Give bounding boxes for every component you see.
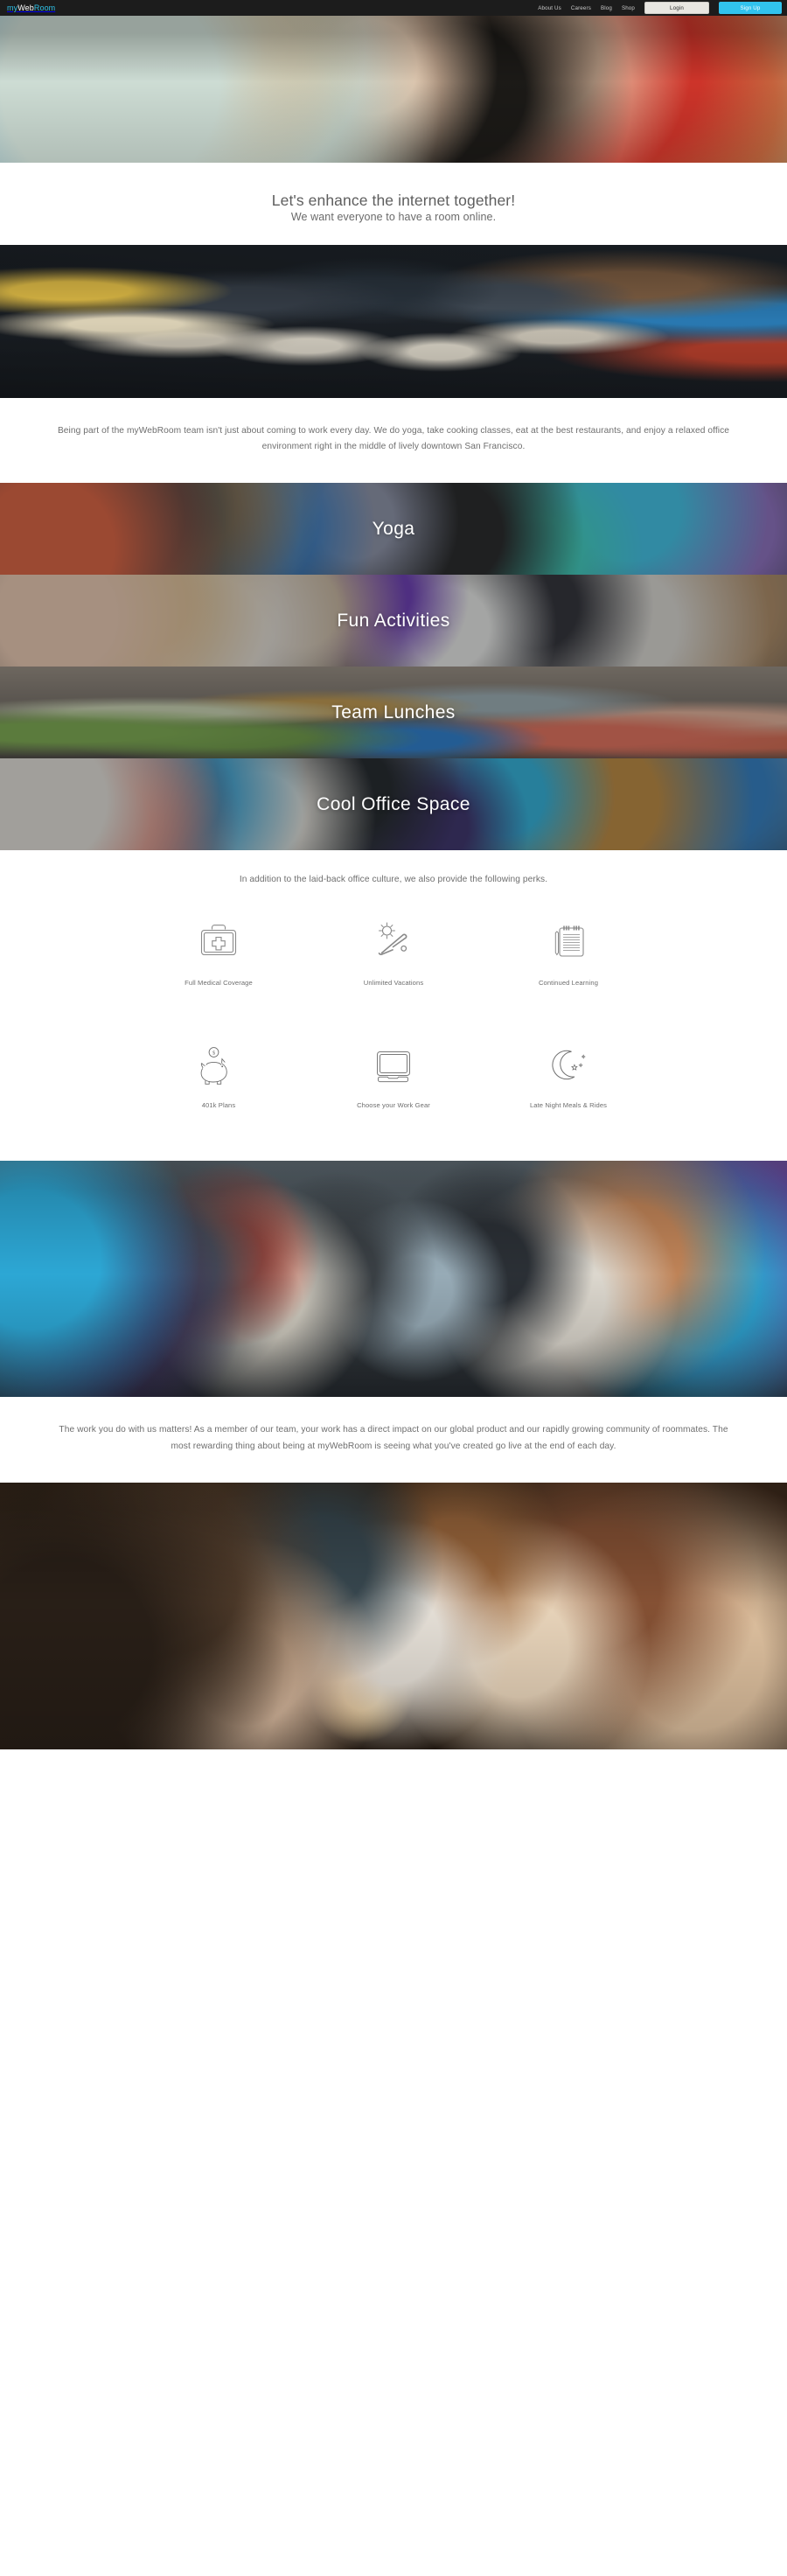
medical-kit-icon [195,904,242,979]
team-group-photo [0,245,787,399]
perk-full-medical-coverage: Full Medical Coverage [131,904,306,1023]
perks-grid: Full Medical Coverage Unlimited Vacation… [0,904,787,1145]
page-title: Let's enhance the internet together! [271,192,516,209]
hero-office-photo [0,16,787,163]
team-dinner-photo [0,1482,787,1749]
perk-label: Unlimited Vacations [363,979,424,988]
banner-team-lunches-label: Team Lunches [331,702,456,723]
top-navigation-bar: myWebRoom About Us Careers Blog Shop Log… [0,0,787,16]
logo-text-room: Room [33,3,56,12]
page-subtitle: We want everyone to have a room online. [290,211,497,224]
holiday-party-photo [0,1161,787,1398]
perk-label: Choose your Work Gear [357,1101,430,1110]
perk-label: Full Medical Coverage [185,979,253,988]
banner-yoga-label: Yoga [372,518,415,539]
nav-link-shop[interactable]: Shop [622,5,635,11]
banner-fun-activities[interactable]: Fun Activities [0,575,787,667]
banner-team-lunches[interactable]: Team Lunches [0,667,787,759]
perk-late-night-meals-and-rides: Late Night Meals & Rides [481,1026,656,1145]
logo-text-web: Web [17,3,34,12]
perks-section: In addition to the laid-back office cult… [0,850,787,1162]
moon-stars-icon [545,1026,592,1101]
about-culture-paragraph: Being part of the myWebRoom team isn't j… [57,426,730,452]
perk-unlimited-vacations: Unlimited Vacations [306,904,481,1023]
piggy-bank-icon: $ [195,1026,242,1101]
perk-label: Late Night Meals & Rides [529,1101,608,1110]
login-button[interactable]: Login [644,2,709,14]
perk-label: 401k Plans [201,1101,236,1110]
monitor-icon [370,1026,417,1101]
holiday-photo-overlay [0,1161,787,1398]
perk-choose-your-work-gear: Choose your Work Gear [306,1026,481,1145]
about-culture-section: Being part of the myWebRoom team isn't j… [0,398,787,484]
perk-label: Continued Learning [538,979,599,988]
banner-yoga[interactable]: Yoga [0,483,787,576]
dinner-photo-overlay [0,1482,787,1749]
signup-button[interactable]: Sign Up [719,2,782,14]
nav-link-about-us[interactable]: About Us [538,5,561,11]
impact-paragraph: The work you do with us matters! As a me… [59,1425,728,1451]
nav-right-group: About Us Careers Blog Shop Login Sign Up [538,2,782,14]
banner-cool-office-space[interactable]: Cool Office Space [0,758,787,851]
logo-text-my: my [7,3,18,12]
notepad-pen-icon [545,904,592,979]
team-photo-overlay [0,245,787,399]
perks-lead-text: In addition to the laid-back office cult… [239,875,548,885]
site-logo[interactable]: myWebRoom [7,3,55,12]
impact-section: The work you do with us matters! As a me… [0,1397,787,1483]
perk-continued-learning: Continued Learning [481,904,656,1023]
intro-section: Let's enhance the internet together! We … [0,163,787,246]
banner-fun-activities-label: Fun Activities [337,610,450,631]
perk-401k-plans: $ 401k Plans [131,1026,306,1145]
svg-text:$: $ [212,1051,215,1057]
nav-link-careers[interactable]: Careers [571,5,591,11]
sun-lounger-icon [370,904,417,979]
hero-photo-overlay [0,16,787,163]
banner-cool-office-space-label: Cool Office Space [317,793,470,814]
nav-link-blog[interactable]: Blog [601,5,612,11]
